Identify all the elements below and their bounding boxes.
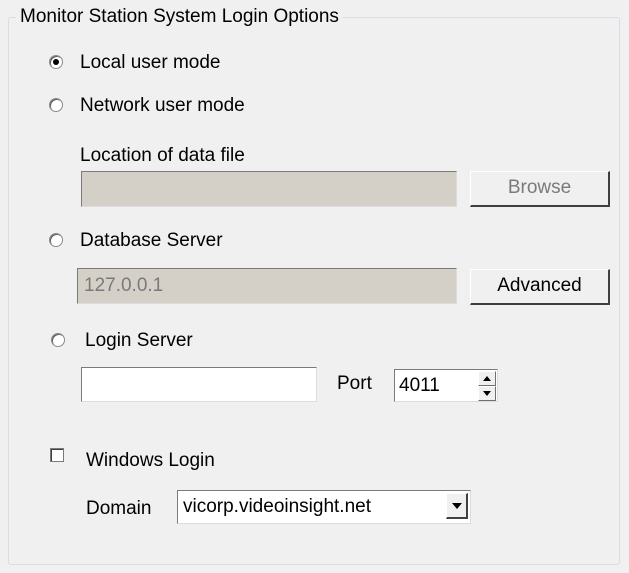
browse-button[interactable]: Browse: [470, 171, 610, 207]
radio-network-user-mode[interactable]: [49, 98, 63, 112]
radio-network-user-mode-label[interactable]: Network user mode: [80, 95, 245, 117]
port-value: 4011: [399, 375, 440, 396]
domain-value: vicorp.videoinsight.net: [183, 496, 371, 517]
login-server-host-input[interactable]: [81, 367, 317, 402]
port-spinner[interactable]: 4011: [394, 369, 498, 402]
group-title: Monitor Station System Login Options: [16, 5, 343, 29]
domain-select[interactable]: vicorp.videoinsight.net: [177, 490, 471, 524]
radio-database-server[interactable]: [49, 233, 63, 247]
data-file-location-input[interactable]: [81, 171, 457, 207]
domain-label: Domain: [86, 498, 152, 519]
port-spin-up-button[interactable]: [478, 371, 496, 386]
windows-login-label[interactable]: Windows Login: [86, 450, 215, 472]
windows-login-checkbox[interactable]: [50, 448, 64, 462]
location-of-data-file-label: Location of data file: [80, 145, 245, 166]
port-label: Port: [337, 373, 372, 394]
radio-login-server-label[interactable]: Login Server: [85, 330, 193, 352]
domain-dropdown-button[interactable]: [446, 493, 468, 519]
radio-local-user-mode-label[interactable]: Local user mode: [80, 52, 220, 74]
radio-local-user-mode[interactable]: [49, 55, 63, 69]
radio-database-server-label[interactable]: Database Server: [80, 230, 223, 252]
database-server-value: 127.0.0.1: [84, 275, 164, 296]
triangle-down-icon: [483, 391, 491, 396]
advanced-button[interactable]: Advanced: [470, 269, 610, 305]
radio-login-server[interactable]: [51, 333, 65, 347]
port-spin-down-button[interactable]: [478, 386, 496, 401]
chevron-down-icon: [452, 503, 462, 509]
triangle-up-icon: [483, 376, 491, 381]
database-server-input[interactable]: 127.0.0.1: [77, 268, 457, 304]
